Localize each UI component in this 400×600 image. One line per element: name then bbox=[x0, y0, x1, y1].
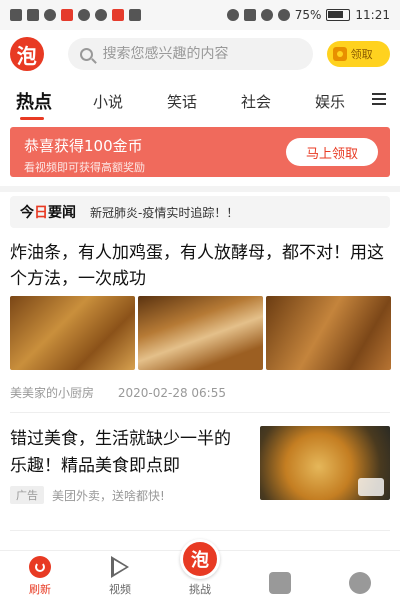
article-title[interactable]: 炸油条，有人加鸡蛋，有人放酵母，都不对！用这个方法，一次成功 bbox=[10, 240, 390, 292]
nav-label: 挑战 bbox=[189, 583, 211, 596]
app-logo[interactable]: 泡 bbox=[10, 37, 44, 71]
tasks-icon bbox=[269, 572, 291, 594]
refresh-icon bbox=[29, 556, 51, 578]
status-bar: 75% 11:21 bbox=[0, 0, 400, 30]
search-bar[interactable] bbox=[67, 38, 313, 70]
clock: 11:21 bbox=[355, 8, 390, 22]
battery-percent: 75% bbox=[294, 8, 322, 22]
article-meta: 美美家的小厨房 2020-02-28 06:55 bbox=[10, 384, 226, 401]
coin-icon bbox=[332, 47, 347, 61]
search-icon bbox=[79, 47, 93, 61]
nav-label: 刷新 bbox=[29, 583, 51, 596]
divider bbox=[10, 530, 390, 531]
video-icon-wrap bbox=[109, 556, 131, 578]
article-images bbox=[10, 296, 391, 370]
notification-icon bbox=[78, 9, 90, 21]
notification-icon bbox=[129, 9, 141, 21]
notification-icon bbox=[95, 9, 107, 21]
category-tabs: 热点 小说 笑话 社会 娱乐 bbox=[0, 86, 400, 116]
ticker-text: 新冠肺炎-疫情实时追踪！！ bbox=[90, 205, 239, 220]
mute-icon bbox=[277, 9, 290, 21]
ad-tag: 广告 bbox=[10, 486, 44, 504]
promo-banner[interactable]: 恭喜获得100金币 看视频即可获得高额奖励 马上领取 bbox=[10, 127, 390, 177]
claim-button[interactable]: 领取 bbox=[326, 41, 390, 67]
tab-hot[interactable]: 热点 bbox=[12, 86, 56, 116]
menu-icon[interactable] bbox=[372, 93, 386, 105]
wifi-icon bbox=[44, 9, 56, 21]
eye-icon bbox=[226, 9, 239, 21]
nav-item-5[interactable] bbox=[320, 551, 400, 600]
ad-source: 美团外卖，送啥都快! bbox=[52, 488, 165, 503]
news-ticker[interactable]: 今日要闻 新冠肺炎-疫情实时追踪！！ bbox=[10, 196, 390, 228]
app-notification-icon bbox=[112, 9, 124, 21]
video-icon bbox=[111, 556, 129, 578]
ad-badge-icon bbox=[358, 478, 384, 496]
ad-title[interactable]: 错过美食，生活就缺少一半的乐趣！精品美食即点即 bbox=[10, 426, 240, 480]
tab-novel[interactable]: 小说 bbox=[86, 86, 130, 116]
tab-society[interactable]: 社会 bbox=[234, 86, 278, 116]
status-icons-right: 75% 11:21 bbox=[226, 8, 390, 22]
nfc-icon bbox=[243, 9, 256, 21]
nav-item-4[interactable] bbox=[240, 551, 320, 600]
article-thumbnail[interactable] bbox=[10, 296, 135, 370]
active-tab-indicator bbox=[20, 117, 44, 120]
app-notification-icon bbox=[61, 9, 73, 21]
tab-jokes[interactable]: 笑话 bbox=[160, 86, 204, 116]
ad-thumbnail[interactable] bbox=[260, 426, 390, 500]
hd-icon bbox=[10, 9, 22, 21]
article-thumbnail[interactable] bbox=[266, 296, 391, 370]
challenge-icon: 泡 bbox=[180, 539, 220, 579]
signal-icon bbox=[27, 9, 39, 21]
battery-icon bbox=[326, 9, 351, 21]
ad-card[interactable]: 错过美食，生活就缺少一半的乐趣！精品美食即点即 广告 美团外卖，送啥都快! bbox=[10, 426, 390, 506]
article-date: 2020-02-28 06:55 bbox=[117, 386, 226, 400]
claim-label: 领取 bbox=[350, 48, 373, 61]
nav-video[interactable]: 视频 bbox=[80, 551, 160, 600]
nav-refresh[interactable]: 刷新 bbox=[0, 551, 80, 600]
nav-challenge[interactable]: 泡 挑战 bbox=[160, 539, 240, 600]
header: 泡 领取 bbox=[0, 34, 400, 74]
alarm-icon bbox=[260, 9, 273, 21]
article-source: 美美家的小厨房 bbox=[10, 386, 95, 400]
section-divider bbox=[0, 186, 400, 192]
search-input[interactable] bbox=[102, 46, 293, 62]
tab-entertainment[interactable]: 娱乐 bbox=[308, 86, 352, 116]
divider bbox=[10, 412, 390, 413]
bottom-nav: 刷新 视频 泡 挑战 bbox=[0, 539, 400, 600]
status-icons-left bbox=[10, 9, 141, 21]
ticker-label: 今日要闻 bbox=[20, 205, 76, 221]
ad-meta: 广告 美团外卖，送啥都快! bbox=[10, 486, 165, 504]
article-card[interactable]: 炸油条，有人加鸡蛋，有人放酵母，都不对！用这个方法，一次成功 美美家的小厨房 2… bbox=[10, 240, 391, 400]
article-thumbnail[interactable] bbox=[138, 296, 263, 370]
claim-now-button[interactable]: 马上领取 bbox=[286, 138, 378, 166]
nav-label: 视频 bbox=[109, 583, 131, 596]
profile-icon bbox=[349, 572, 371, 594]
